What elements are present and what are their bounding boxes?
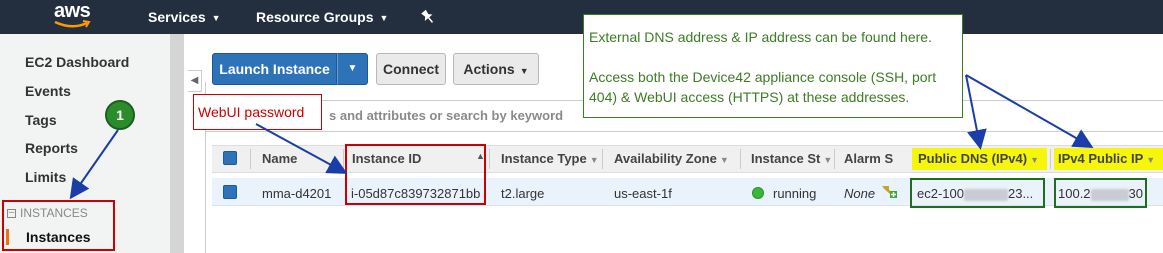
column-header-label: Public DNS (IPv4) (918, 151, 1028, 166)
column-header-name[interactable]: Name (262, 151, 297, 166)
connect-button[interactable]: Connect (376, 53, 446, 85)
sort-icon: ▼ (1146, 155, 1156, 165)
sort-icon: ▼ (1030, 155, 1039, 165)
column-header-instance-state[interactable]: Instance St ▼ (751, 151, 832, 166)
search-placeholder: s and attributes or search by keyword (329, 108, 564, 123)
chevron-down-icon: ▼ (519, 66, 529, 76)
annotation-webui-password: WebUI password (193, 94, 322, 130)
column-header-public-dns[interactable]: Public DNS (IPv4) ▼ (918, 151, 1039, 166)
column-separator (489, 149, 490, 169)
sidebar-item-reports[interactable]: Reports (25, 140, 78, 156)
launch-instance-button[interactable]: Launch Instance (212, 53, 337, 85)
top-navigation-bar: aws Services ▼ Resource Groups ▼ (0, 0, 1163, 34)
collapse-sidebar-toggle[interactable]: ◀ (188, 70, 202, 92)
annotation-callout: External DNS address & IP address can be… (583, 14, 963, 118)
column-separator (834, 149, 835, 169)
row-checkbox[interactable] (223, 185, 237, 199)
sidebar-item-events[interactable]: Events (25, 83, 71, 99)
column-header-instance-type[interactable]: Instance Type ▼ (501, 151, 599, 166)
sort-icon: ▼ (589, 155, 599, 165)
column-separator (343, 149, 344, 169)
running-status-icon (752, 187, 764, 199)
cell-alarm-status: None (844, 186, 876, 201)
cell-instance-type: t2.large (501, 186, 545, 201)
actions-label: Actions (463, 61, 515, 77)
column-header-label: Instance St (751, 151, 821, 166)
resource-groups-label: Resource Groups (256, 9, 374, 25)
column-separator (250, 149, 251, 169)
column-header-alarm-status[interactable]: Alarm S (844, 151, 893, 166)
column-header-label: Instance Type (501, 151, 587, 166)
sidebar-scrollbar[interactable] (170, 34, 184, 253)
sidebar-item-tags[interactable]: Tags (25, 112, 57, 128)
annotation-instances-box (2, 200, 115, 251)
sort-icon: ▼ (823, 155, 833, 165)
chevron-down-icon: ▼ (211, 13, 221, 23)
annotation-ip-box (1054, 178, 1147, 208)
pin-icon[interactable] (421, 9, 435, 25)
chevron-down-icon: ▼ (379, 13, 389, 23)
aws-smile-icon (54, 20, 91, 28)
column-separator (1050, 149, 1051, 169)
actions-button[interactable]: Actions ▼ (453, 53, 539, 85)
column-header-label: IPv4 Public IP (1058, 151, 1144, 166)
column-separator (740, 149, 741, 169)
select-all-checkbox[interactable] (223, 151, 237, 165)
annotation-step-badge: 1 (105, 100, 135, 130)
column-header-ipv4-public-ip[interactable]: IPv4 Public IP ▼ (1058, 151, 1155, 166)
services-label: Services (148, 9, 206, 25)
chevron-left-icon: ◀ (190, 75, 199, 86)
services-menu[interactable]: Services ▼ (148, 9, 221, 25)
aws-logo[interactable]: aws (40, 0, 110, 34)
column-header-availability-zone[interactable]: Availability Zone ▼ (614, 151, 729, 166)
column-header-label: Availability Zone (614, 151, 717, 166)
sidebar-item-limits[interactable]: Limits (25, 169, 66, 185)
sidebar-item-ec2-dashboard[interactable]: EC2 Dashboard (25, 54, 129, 70)
column-separator (602, 149, 603, 169)
cell-name: mma-d4201 (262, 186, 332, 201)
callout-text-2: Access both the Device42 appliance conso… (589, 69, 937, 105)
cell-instance-state: running (773, 186, 817, 201)
sort-icon: ▼ (719, 155, 729, 165)
create-alarm-icon[interactable] (880, 183, 898, 201)
callout-text-1: External DNS address & IP address can be… (589, 29, 932, 45)
annotation-instance-id-box (345, 144, 486, 205)
cell-availability-zone: us-east-1f (614, 186, 672, 201)
annotation-dns-box (910, 178, 1045, 208)
resource-groups-menu[interactable]: Resource Groups ▼ (256, 9, 388, 25)
launch-options-dropdown[interactable]: ▼ (337, 53, 368, 85)
caret-down-icon: ▼ (347, 63, 358, 74)
